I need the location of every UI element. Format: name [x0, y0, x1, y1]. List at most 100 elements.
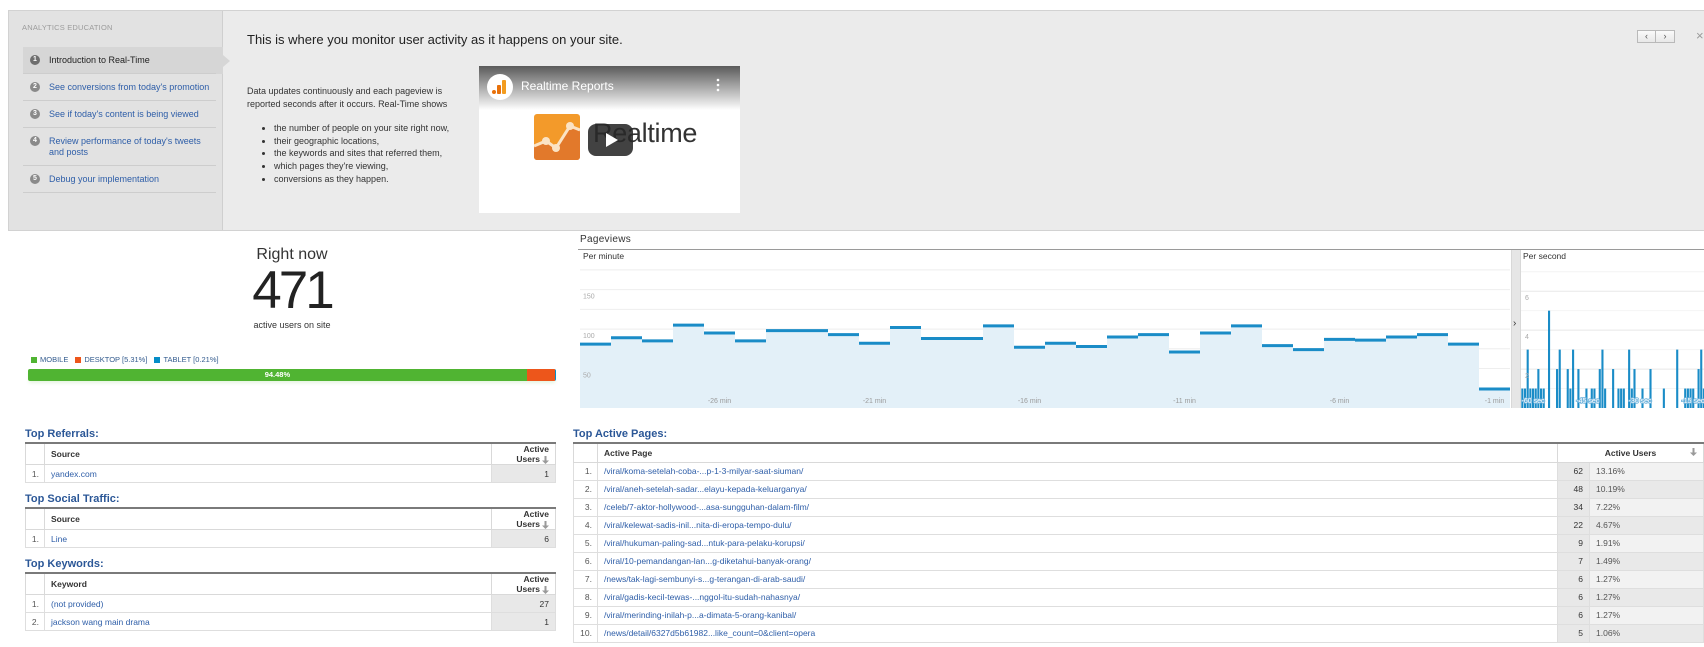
- step-label: Review performance of today's tweets and…: [49, 136, 201, 157]
- active-users-header[interactable]: Active Users: [491, 443, 556, 465]
- video-player[interactable]: Realtime Reports Realtime: [479, 66, 740, 213]
- step-label: See if today's content is being viewed: [49, 109, 199, 119]
- row-value: 6: [1557, 569, 1590, 589]
- table-row: 1. (not provided) 27: [25, 594, 556, 613]
- column-header: Active Page: [597, 443, 1558, 463]
- active-users-header[interactable]: Active Users: [491, 573, 556, 595]
- row-name-link[interactable]: Line: [44, 529, 492, 548]
- page-link[interactable]: /celeb/7-aktor-hollywood-...asa-sungguha…: [597, 497, 1558, 517]
- second-bar: [1556, 369, 1559, 408]
- page-link[interactable]: /viral/hukuman-paling-sad...ntuk-para-pe…: [597, 533, 1558, 553]
- row-value: 1: [491, 612, 556, 631]
- row-rank: 3.: [573, 497, 598, 517]
- device-legend: MOBILE DESKTOP [5.31%] TABLET [0.21%]: [31, 355, 219, 364]
- legend-item-tablet: TABLET [0.21%]: [154, 355, 219, 364]
- x-tick-label: -30 sec: [1629, 398, 1652, 405]
- row-percent: 1.49%: [1589, 551, 1704, 571]
- education-step-4[interactable]: 4 Review performance of today's tweets an…: [23, 128, 223, 166]
- rank-header: [573, 443, 598, 463]
- step-label: Introduction to Real-Time: [49, 55, 150, 65]
- legend-label: TABLET [0.21%]: [163, 355, 219, 364]
- table-row: 9./viral/merinding-inilah-p...a-dimata-5…: [573, 605, 1704, 625]
- row-value: 27: [491, 594, 556, 613]
- second-bar: [1620, 388, 1623, 408]
- step-number-badge: 5: [30, 174, 40, 184]
- rank-header: [25, 573, 45, 595]
- legend-swatch-icon: [154, 356, 161, 363]
- table-referrals: Source Active Users 1. yandex.com 1: [25, 442, 556, 483]
- row-percent: 7.22%: [1589, 497, 1704, 517]
- row-value: 62: [1557, 461, 1590, 481]
- row-name-link[interactable]: jackson wang main drama: [44, 612, 492, 631]
- chevron-right-icon[interactable]: ›: [1656, 30, 1675, 43]
- education-bullet: which pages they're viewing,: [274, 160, 449, 173]
- table-title: Top Keywords:: [25, 558, 104, 570]
- table-row: 10./news/detail/6327d5b61982...like_coun…: [573, 623, 1704, 643]
- education-step-5[interactable]: 5 Debug your implementation: [23, 166, 223, 193]
- second-bar: [1569, 388, 1572, 408]
- y-tick-label: 6: [1525, 295, 1529, 302]
- top-referrals: Top Referrals: Source Active Users 1. yandex…: [25, 427, 556, 483]
- row-rank: 2.: [25, 612, 45, 631]
- education-bullets: the number of people on your site right …: [247, 122, 449, 186]
- pageviews-divider: [578, 249, 1704, 250]
- y-tick-label: 2: [1525, 373, 1529, 380]
- second-bar: [1548, 310, 1551, 408]
- close-icon[interactable]: ×: [1696, 28, 1704, 43]
- row-rank: 10.: [573, 623, 598, 643]
- table-row: 1./viral/koma-setelah-coba-...p-1-3-mily…: [573, 461, 1704, 481]
- x-tick-label: -6 min: [1330, 398, 1350, 405]
- row-percent: 1.27%: [1589, 569, 1704, 589]
- second-bar: [1662, 388, 1665, 408]
- page-link[interactable]: /news/tak-lagi-sembunyi-s...g-terangan-d…: [597, 569, 1558, 589]
- table-pages: Active Page Active Users 1./viral/koma-set…: [573, 442, 1704, 643]
- row-percent: 13.16%: [1589, 461, 1704, 481]
- y-tick-label: 100: [583, 333, 595, 340]
- page-link[interactable]: /viral/gadis-kecil-tewas-...nggol-itu-su…: [597, 587, 1558, 607]
- chevron-right-icon[interactable]: ›: [1513, 318, 1516, 329]
- legend-swatch-icon: [75, 356, 82, 363]
- row-value: 6: [491, 529, 556, 548]
- page-link[interactable]: /viral/10-pemandangan-lan...g-diketahui-…: [597, 551, 1558, 571]
- y-tick-label: 50: [583, 373, 591, 380]
- second-bar: [1622, 388, 1625, 408]
- top-keywords: Top Keywords: Keyword Active Users 1. (not p…: [25, 557, 556, 631]
- row-name-link[interactable]: (not provided): [44, 594, 492, 613]
- page-link[interactable]: /viral/aneh-setelah-sadar...elayu-kepada…: [597, 479, 1558, 499]
- page-link[interactable]: /viral/merinding-inilah-p...a-dimata-5-o…: [597, 605, 1558, 625]
- play-icon[interactable]: [588, 124, 633, 156]
- legend-label: DESKTOP [5.31%]: [84, 355, 148, 364]
- per-second-label: Per second: [1523, 251, 1566, 261]
- active-users-subtitle: active users on site: [253, 320, 331, 330]
- table-header-row: Source Active Users: [25, 508, 556, 530]
- education-step-1[interactable]: 1 Introduction to Real-Time: [23, 47, 230, 74]
- page-link[interactable]: /news/detail/6327d5b61982...like_count=0…: [597, 623, 1558, 643]
- legend-swatch-icon: [31, 356, 37, 363]
- chart-splitter[interactable]: ›: [1511, 250, 1521, 408]
- sort-descending-icon[interactable]: [1690, 448, 1697, 456]
- education-step-3[interactable]: 3 See if today's content is being viewed: [23, 101, 223, 128]
- row-percent: 10.19%: [1589, 479, 1704, 499]
- page-link[interactable]: /viral/koma-setelah-coba-...p-1-3-milyar…: [597, 461, 1558, 481]
- education-step-2[interactable]: 2 See conversions from today's promotion: [23, 74, 223, 101]
- row-rank: 1.: [25, 464, 45, 483]
- step-number-badge: 2: [30, 82, 40, 92]
- sort-descending-icon[interactable]: [542, 585, 549, 594]
- row-value: 1: [491, 464, 556, 483]
- more-vert-icon[interactable]: [716, 78, 720, 92]
- pageviews-title: Pageviews: [580, 234, 632, 245]
- education-nav: ‹ ›: [1637, 30, 1675, 43]
- row-rank: 8.: [573, 587, 598, 607]
- sort-descending-icon[interactable]: [542, 520, 549, 529]
- row-name-link[interactable]: yandex.com: [44, 464, 492, 483]
- page-link[interactable]: /viral/kelewat-sadis-inil...nita-di-erop…: [597, 515, 1558, 535]
- chevron-left-icon[interactable]: ‹: [1637, 30, 1656, 43]
- device-segment-mobile: 94.48%: [28, 369, 527, 381]
- table-row: 4./viral/kelewat-sadis-inil...nita-di-er…: [573, 515, 1704, 535]
- sort-descending-icon[interactable]: [542, 455, 549, 464]
- active-users-header[interactable]: Active Users: [491, 508, 556, 530]
- active-users-header[interactable]: Active Users: [1557, 443, 1704, 463]
- table-row: 5./viral/hukuman-paling-sad...ntuk-para-…: [573, 533, 1704, 553]
- video-title: Realtime Reports: [521, 79, 614, 93]
- row-rank: 6.: [573, 551, 598, 571]
